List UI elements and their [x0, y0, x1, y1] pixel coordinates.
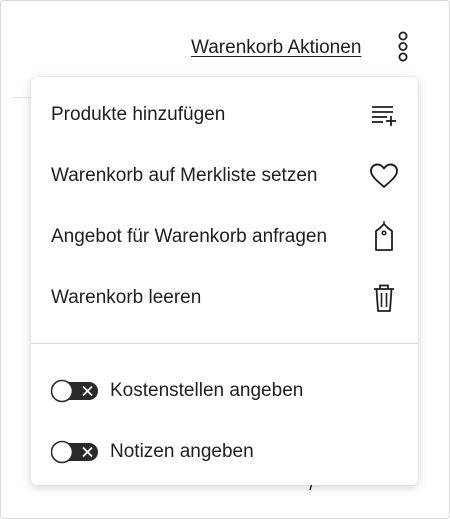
cart-actions-link[interactable]: Warenkorb Aktionen [191, 37, 361, 59]
kebab-vertical-icon[interactable] [393, 31, 413, 63]
toggle-label: Kostenstellen angeben [110, 380, 304, 401]
menu-item-label: Warenkorb auf Merkliste setzen [51, 165, 318, 186]
menu-item-empty-cart[interactable]: Warenkorb leeren [31, 272, 418, 324]
heart-icon [368, 160, 400, 192]
toggle-row-notes: Notizen angeben [31, 430, 418, 474]
price-tag-icon [368, 221, 400, 253]
trash-icon [368, 282, 400, 314]
toggle-label: Notizen angeben [110, 441, 254, 462]
menu-item-label: Warenkorb leeren [51, 287, 202, 308]
menu-item-save-to-wishlist[interactable]: Warenkorb auf Merkliste setzen [31, 150, 418, 202]
notes-toggle[interactable] [50, 440, 99, 464]
menu-item-label: Produkte hinzufügen [51, 104, 226, 125]
cart-actions-menu: Produkte hinzufügen Warenkorb auf Merkli… [31, 77, 418, 485]
add-to-list-icon [368, 99, 400, 131]
menu-item-request-quote[interactable]: Angebot für Warenkorb anfragen [31, 211, 418, 263]
cost-centers-toggle[interactable] [50, 379, 99, 403]
menu-divider [31, 343, 418, 344]
menu-item-label: Angebot für Warenkorb anfragen [51, 226, 328, 247]
toggle-row-cost-centers: Kostenstellen angeben [31, 369, 418, 413]
menu-item-add-products[interactable]: Produkte hinzufügen [31, 89, 418, 141]
